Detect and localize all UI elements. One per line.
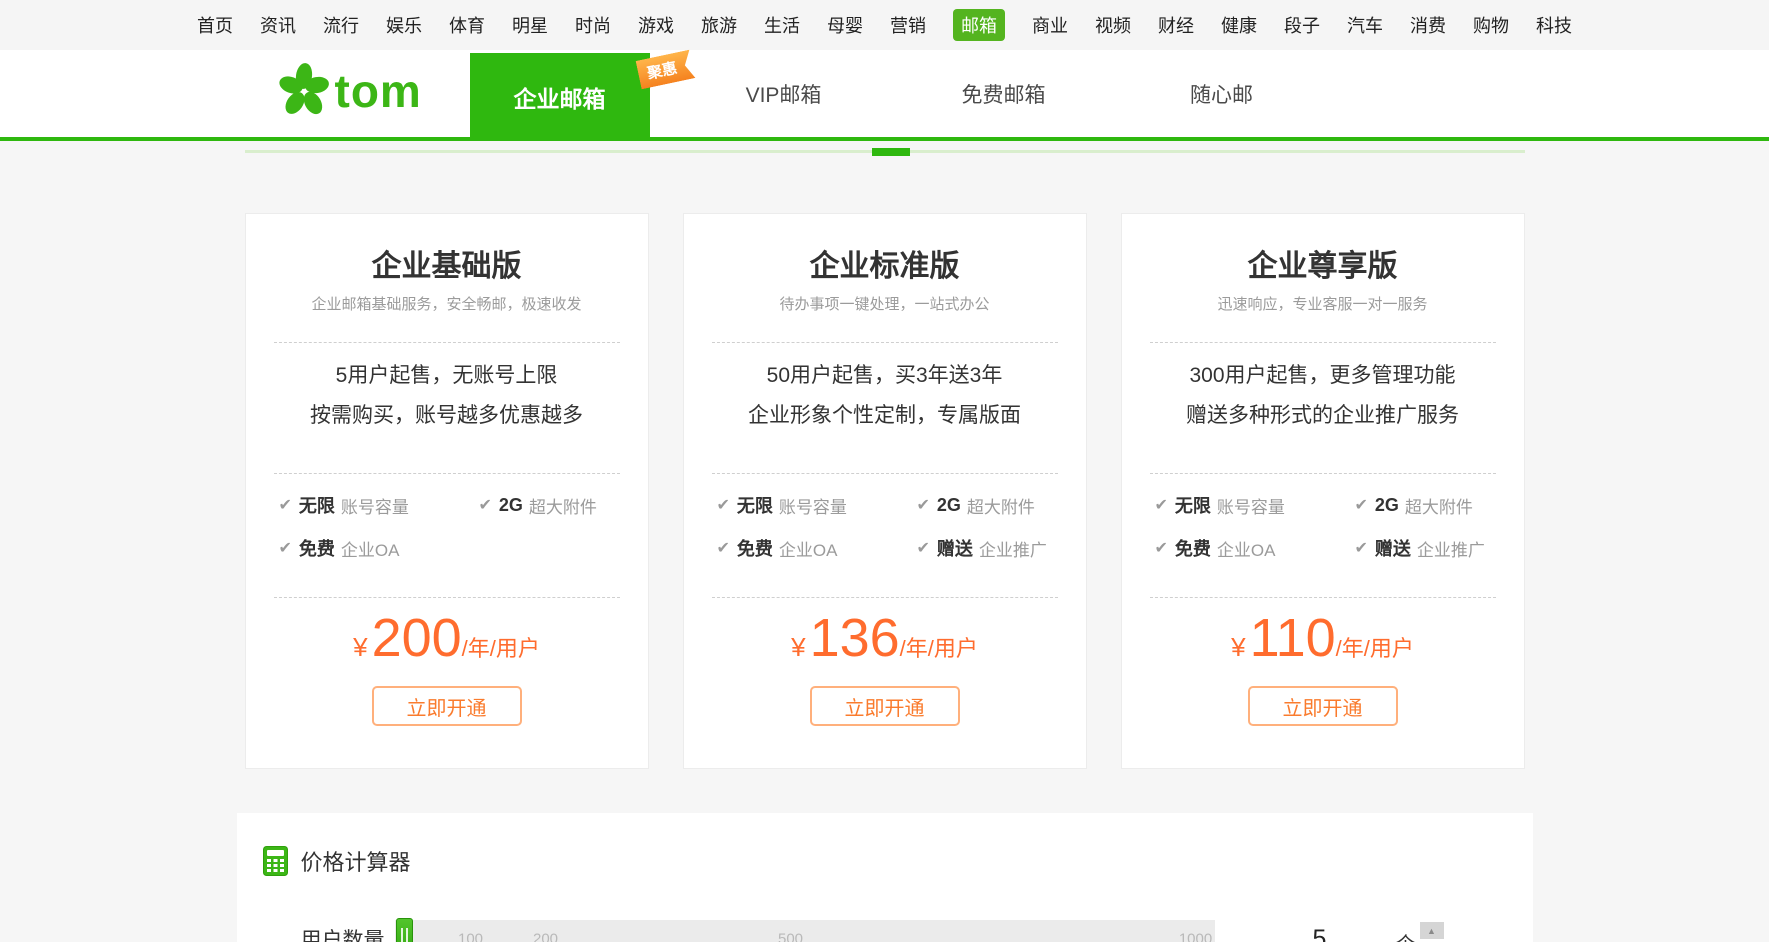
- check-icon: ✔: [1155, 495, 1168, 515]
- tab-label: 企业邮箱: [514, 80, 606, 114]
- nav-item-体育[interactable]: 体育: [449, 12, 485, 38]
- nav-item-段子[interactable]: 段子: [1284, 12, 1320, 38]
- pricing-cards: 企业基础版 企业邮箱基础服务，安全畅邮，极速收发 5用户起售，无账号上限 按需购…: [245, 213, 1525, 769]
- slider-tick: 100: [458, 931, 483, 942]
- check-icon: ✔: [717, 538, 730, 558]
- tab-label: 免费邮箱: [962, 79, 1046, 109]
- check-icon: ✔: [279, 495, 292, 515]
- nav-item-母婴[interactable]: 母婴: [827, 12, 863, 38]
- calculator-icon: [263, 846, 288, 876]
- check-icon: ✔: [917, 538, 930, 558]
- logo-text: tom: [335, 64, 422, 118]
- tab-label: VIP邮箱: [746, 79, 822, 109]
- nav-item-旅游[interactable]: 旅游: [701, 12, 737, 38]
- indicator-active-bar[interactable]: [872, 148, 910, 156]
- nav-item-生活[interactable]: 生活: [764, 12, 800, 38]
- nav-item-邮箱[interactable]: 邮箱: [953, 9, 1005, 41]
- check-icon: ✔: [717, 495, 730, 515]
- plan-price: ¥136/年/用户: [712, 610, 1058, 666]
- nav-item-明星[interactable]: 明星: [512, 12, 548, 38]
- user-count-slider[interactable]: 100 200 500 1000: [395, 920, 1215, 942]
- plan-description: 300用户起售，更多管理功能 赠送多种形式的企业推广服务: [1150, 356, 1496, 436]
- nav-item-流行[interactable]: 流行: [323, 12, 359, 38]
- plan-title: 企业基础版: [274, 214, 620, 284]
- nav-item-购物[interactable]: 购物: [1473, 12, 1509, 38]
- nav-item-营销[interactable]: 营销: [890, 12, 926, 38]
- quantity-unit-label: 个: [1396, 928, 1416, 942]
- plan-features: ✔ 无限账号容量 ✔ 2G超大附件 ✔ 免费企业OA ✔: [274, 492, 620, 561]
- currency-symbol: ¥: [791, 632, 805, 663]
- nav-item-汽车[interactable]: 汽车: [1347, 12, 1383, 38]
- plan-title: 企业尊享版: [1150, 214, 1496, 284]
- nav-item-科技[interactable]: 科技: [1536, 12, 1572, 38]
- currency-symbol: ¥: [353, 632, 367, 663]
- nav-item-视频[interactable]: 视频: [1095, 12, 1131, 38]
- price-calculator-panel: 价格计算器 用户数量 100 200 500 1000 个 ▲: [237, 813, 1533, 942]
- slider-tick: 200: [533, 931, 558, 942]
- activate-now-button[interactable]: 立即开通: [1248, 686, 1398, 726]
- plan-description: 5用户起售，无账号上限 按需购买，账号越多优惠越多: [274, 356, 620, 436]
- tab-enterprise-mail[interactable]: 企业邮箱 聚惠: [470, 53, 650, 141]
- activate-now-button[interactable]: 立即开通: [810, 686, 960, 726]
- nav-item-首页[interactable]: 首页: [197, 12, 233, 38]
- plan-card-standard: 企业标准版 待办事项一键处理，一站式办公 50用户起售，买3年送3年 企业形象个…: [683, 213, 1087, 769]
- plan-description: 50用户起售，买3年送3年 企业形象个性定制，专属版面: [712, 356, 1058, 436]
- tab-label: 随心邮: [1190, 79, 1253, 109]
- nav-item-资讯[interactable]: 资讯: [260, 12, 296, 38]
- plan-subtitle: 待办事项一键处理，一站式办公: [712, 297, 1058, 313]
- plan-features: ✔ 无限账号容量 ✔ 2G超大附件 ✔ 免费企业OA ✔ 赠送企业推广: [712, 492, 1058, 561]
- nav-item-商业[interactable]: 商业: [1032, 12, 1068, 38]
- slider-tick: 500: [778, 931, 803, 942]
- slider-tick: 1000: [1179, 931, 1212, 942]
- plan-title: 企业标准版: [712, 214, 1058, 284]
- promo-ribbon-badge: 聚惠: [636, 50, 696, 90]
- plan-subtitle: 企业邮箱基础服务，安全畅邮，极速收发: [274, 297, 620, 313]
- check-icon: ✔: [1355, 538, 1368, 558]
- user-count-label: 用户数量: [301, 924, 388, 942]
- calculator-title: 价格计算器: [301, 845, 411, 877]
- plan-subtitle: 迅速响应，专业客服一对一服务: [1150, 297, 1496, 313]
- nav-item-健康[interactable]: 健康: [1221, 12, 1257, 38]
- plan-features: ✔ 无限账号容量 ✔ 2G超大附件 ✔ 免费企业OA ✔ 赠送企业推广: [1150, 492, 1496, 561]
- check-icon: ✔: [1155, 538, 1168, 558]
- check-icon: ✔: [917, 495, 930, 515]
- carousel-indicator: [245, 148, 1525, 156]
- plan-price: ¥200/年/用户: [274, 610, 620, 666]
- plan-card-basic: 企业基础版 企业邮箱基础服务，安全畅邮，极速收发 5用户起售，无账号上限 按需购…: [245, 213, 649, 769]
- tab-free-mail[interactable]: 免费邮箱: [924, 50, 1084, 138]
- nav-item-消费[interactable]: 消费: [1410, 12, 1446, 38]
- nav-item-游戏[interactable]: 游戏: [638, 12, 674, 38]
- nav-item-时尚[interactable]: 时尚: [575, 12, 611, 38]
- slider-handle[interactable]: [396, 918, 413, 942]
- tom-logo[interactable]: tom: [275, 62, 422, 120]
- user-count-input[interactable]: [1218, 920, 1422, 942]
- nav-item-娱乐[interactable]: 娱乐: [386, 12, 422, 38]
- tab-suixin-mail[interactable]: 随心邮: [1142, 50, 1302, 138]
- site-header: tom 企业邮箱 聚惠 VIP邮箱 免费邮箱 随心邮: [0, 50, 1769, 141]
- top-navigation: 首页 资讯 流行 娱乐 体育 明星 时尚 游戏 旅游 生活 母婴 营销 邮箱 商业 视频 财经 健康 段子 汽车 消费…: [0, 0, 1769, 50]
- plan-card-premium: 企业尊享版 迅速响应，专业客服一对一服务 300用户起售，更多管理功能 赠送多种…: [1121, 213, 1525, 769]
- tab-vip-mail[interactable]: VIP邮箱: [704, 50, 864, 138]
- spinner-up-button[interactable]: ▲: [1420, 922, 1444, 939]
- plan-price: ¥110/年/用户: [1150, 610, 1496, 666]
- tom-flower-icon: [275, 62, 333, 120]
- currency-symbol: ¥: [1231, 632, 1245, 663]
- user-count-field: 个 ▲: [1218, 920, 1446, 942]
- check-icon: ✔: [479, 495, 492, 515]
- check-icon: ✔: [1355, 495, 1368, 515]
- activate-now-button[interactable]: 立即开通: [372, 686, 522, 726]
- check-icon: ✔: [279, 538, 292, 558]
- nav-item-财经[interactable]: 财经: [1158, 12, 1194, 38]
